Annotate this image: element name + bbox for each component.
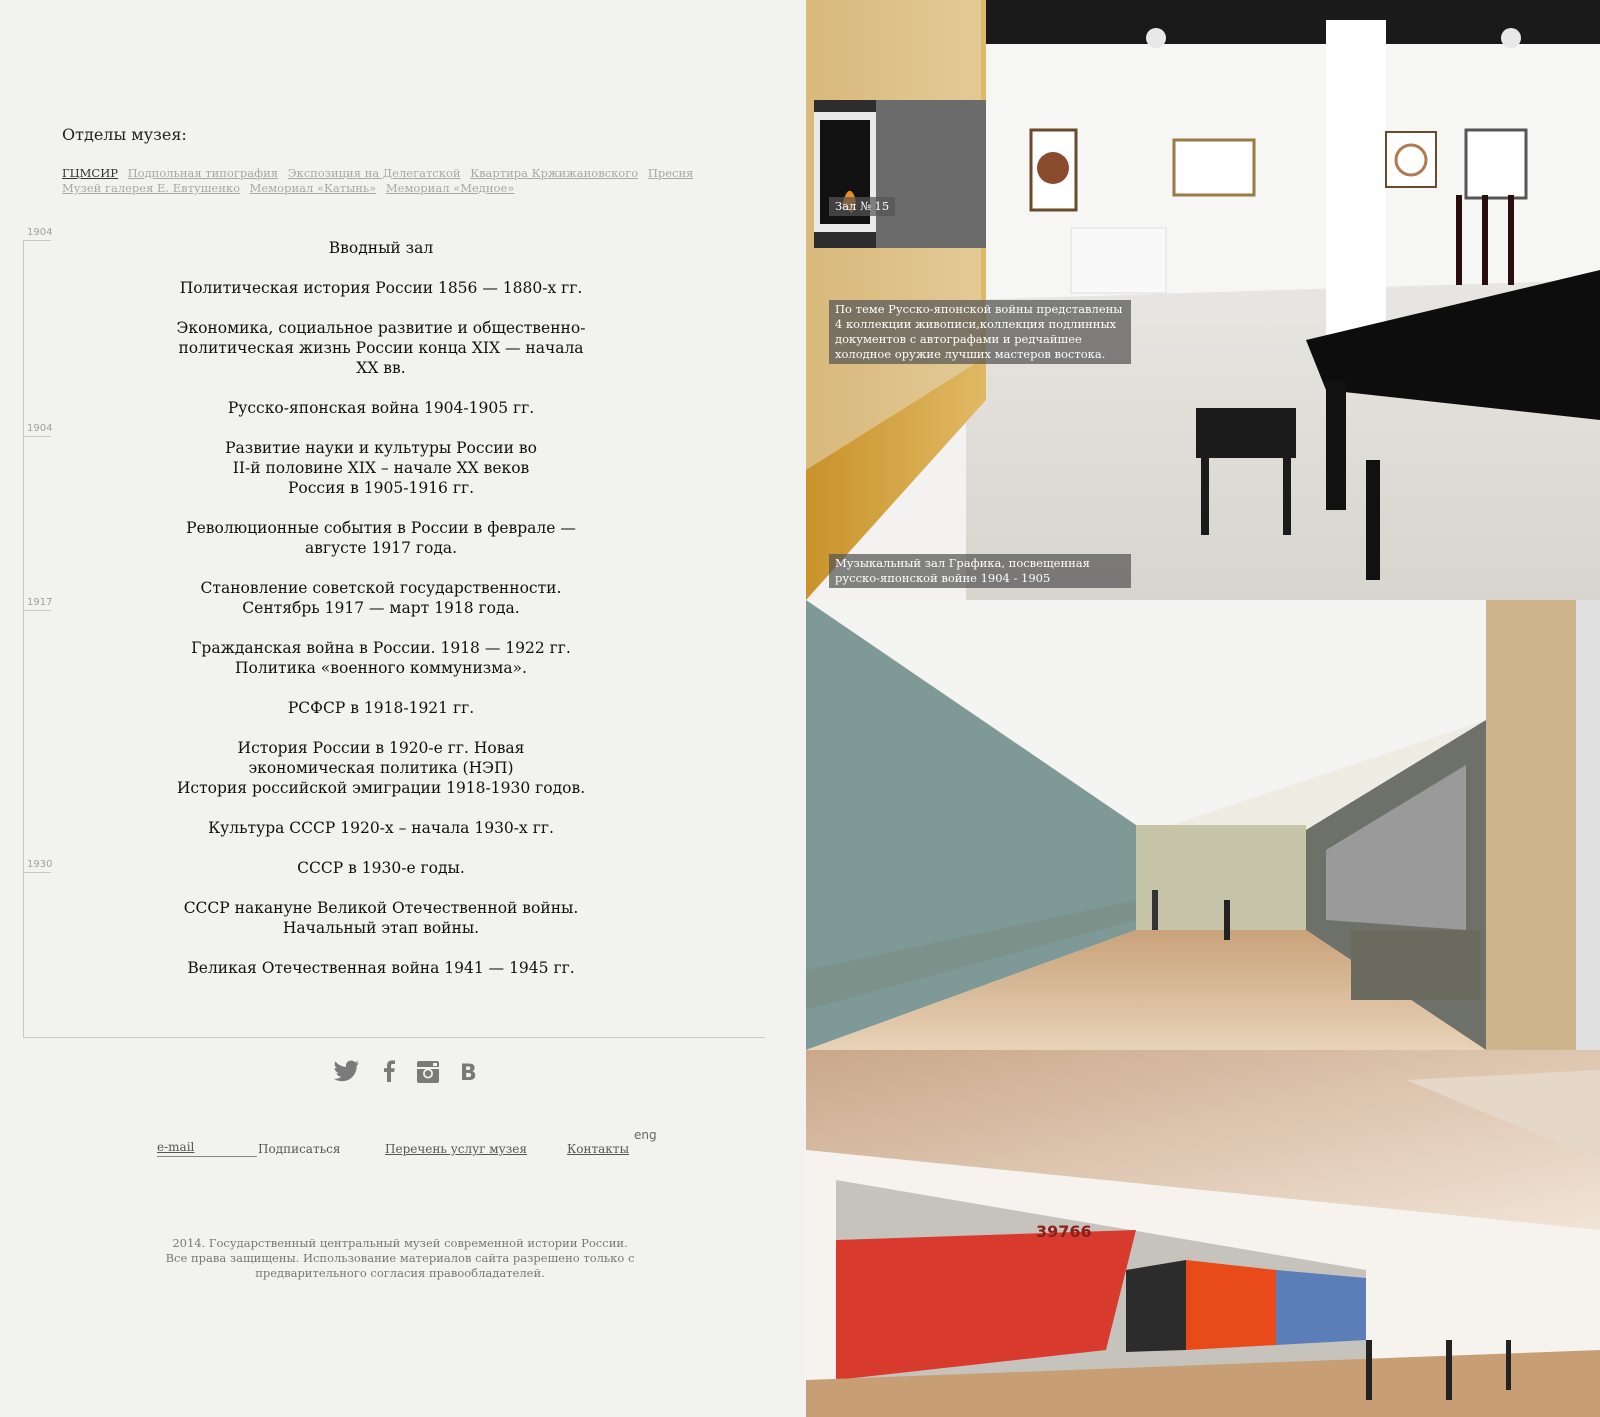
timeline-tick: 1904 bbox=[23, 227, 52, 241]
dept-link-katyn[interactable]: Мемориал «Катынь» bbox=[250, 181, 377, 195]
timeline-tick: 1930 bbox=[23, 859, 52, 873]
subscribe-button[interactable]: Подписаться bbox=[258, 1142, 340, 1156]
instagram-icon[interactable] bbox=[416, 1060, 440, 1088]
hall-item[interactable]: Великая Отечественная война 1941 — 1945 … bbox=[160, 958, 602, 978]
hall-item[interactable]: Культура СССР 1920-х – начала 1930-х гг. bbox=[160, 818, 602, 838]
hall-item[interactable]: Становление советской государственности.… bbox=[160, 578, 602, 618]
dept-link-presnya[interactable]: Пресня bbox=[648, 166, 694, 180]
language-switch[interactable]: eng bbox=[634, 1128, 657, 1142]
departments-title: Отделы музея: bbox=[62, 125, 187, 144]
hall-item[interactable]: Политическая история России 1856 — 1880-… bbox=[160, 278, 602, 298]
hall-description-caption: Музыкальный зал Графика, посвещенная рус… bbox=[829, 554, 1131, 588]
gallery-photo-piano-hall[interactable]: Зал № 15 По теме Русско-японской войны п… bbox=[806, 0, 1600, 600]
gallery-photo-corridor[interactable] bbox=[806, 600, 1600, 1050]
hall-item[interactable]: Вводный зал bbox=[160, 238, 602, 258]
dept-link-yevtushenko[interactable]: Музей галерея Е. Евтушенко bbox=[62, 181, 240, 195]
contacts-link[interactable]: Контакты bbox=[567, 1142, 629, 1156]
hall-item[interactable]: Гражданская война в России. 1918 — 1922 … bbox=[160, 638, 602, 678]
timeline-year: 1917 bbox=[27, 597, 53, 608]
hall-item[interactable]: Революционные события в России в феврале… bbox=[160, 518, 602, 558]
dept-link-gcmsir[interactable]: ГЦМСИР bbox=[62, 166, 118, 180]
dept-link-delegatskaya[interactable]: Экспозиция на Делегатской bbox=[288, 166, 461, 180]
exhibit-description-caption: По теме Русско-японской войны представле… bbox=[829, 300, 1131, 364]
email-field[interactable] bbox=[157, 1138, 257, 1157]
departments-nav: ГЦМСИР Подпольная типография Экспозиция … bbox=[62, 166, 702, 196]
twitter-icon[interactable] bbox=[334, 1060, 360, 1086]
hall-item[interactable]: Русско-японская война 1904-1905 гг. bbox=[160, 398, 602, 418]
timeline-year: 1904 bbox=[27, 227, 53, 238]
dept-link-krzhizhanovsky[interactable]: Квартира Кржижановского bbox=[470, 166, 638, 180]
photo-column: Зал № 15 По теме Русско-японской войны п… bbox=[806, 0, 1600, 1417]
timeline-tick: 1917 bbox=[23, 597, 52, 611]
dept-link-printing-house[interactable]: Подпольная типография bbox=[128, 166, 278, 180]
dept-link-mednoe[interactable]: Мемориал «Медное» bbox=[386, 181, 514, 195]
facebook-icon[interactable] bbox=[382, 1060, 396, 1086]
timeline-line bbox=[23, 240, 24, 1038]
vk-icon[interactable]: В bbox=[460, 1062, 477, 1086]
timeline-tick: 1904 bbox=[23, 423, 52, 437]
timeline-year: 1904 bbox=[27, 423, 53, 434]
services-link[interactable]: Перечень услуг музея bbox=[385, 1142, 527, 1156]
hall-item[interactable]: Экономика, социальное развитие и обществ… bbox=[160, 318, 602, 378]
left-panel: Отделы музея: ГЦМСИР Подпольная типограф… bbox=[0, 0, 806, 1417]
gallery-photo-mural[interactable]: 39766 bbox=[806, 1050, 1600, 1417]
timeline-baseline bbox=[23, 1037, 765, 1038]
hall-item[interactable]: История России в 1920-е гг. Новая эконом… bbox=[160, 738, 602, 798]
mural-number: 39766 bbox=[1036, 1222, 1092, 1241]
hall-item[interactable]: СССР накануне Великой Отечественной войн… bbox=[160, 898, 602, 938]
timeline-year: 1930 bbox=[27, 859, 53, 870]
hall-item[interactable]: СССР в 1930-е годы. bbox=[160, 858, 602, 878]
hall-item[interactable]: Развитие науки и культуры России во II-й… bbox=[160, 438, 602, 498]
hall-number-label: Зал № 15 bbox=[829, 197, 896, 216]
halls-list: Вводный зал Политическая история России … bbox=[160, 238, 602, 998]
copyright: 2014. Государственный центральный музей … bbox=[165, 1236, 635, 1280]
hall-item[interactable]: РСФСР в 1918-1921 гг. bbox=[160, 698, 602, 718]
